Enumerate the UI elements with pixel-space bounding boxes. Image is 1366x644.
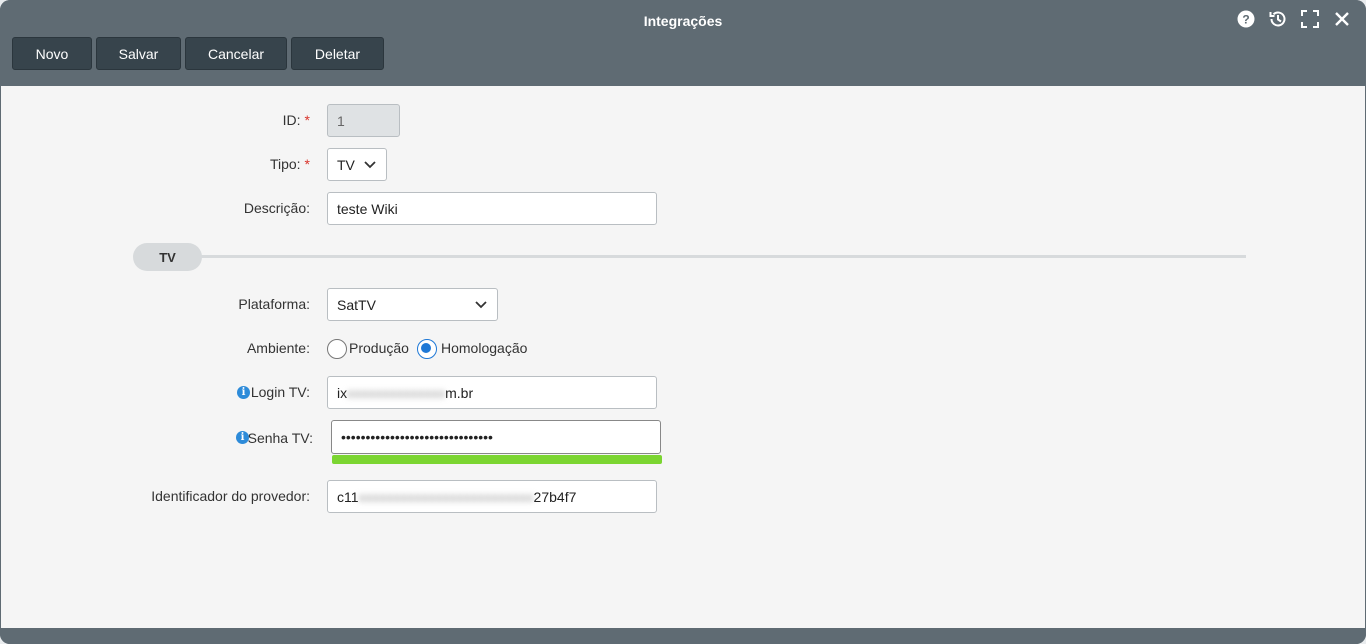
id-field: 1	[327, 104, 400, 137]
type-value: TV	[337, 156, 355, 173]
password-strength-bar	[332, 455, 662, 464]
login-input[interactable]: ix xxxxxxxxxxxxxx m.br	[327, 376, 657, 409]
platform-value: SatTV	[337, 296, 376, 313]
history-icon[interactable]	[1268, 9, 1288, 29]
form-content: ID: * 1 Tipo: * TV Descrição: teste Wiki T…	[1, 86, 1365, 628]
bottom-bar	[0, 628, 1366, 644]
radio-producao-label[interactable]: Produção	[349, 340, 409, 356]
toolbar: Novo Salvar Cancelar Deletar	[12, 37, 384, 70]
title-bar: Integrações ? Novo Salvar Cancelar Delet…	[0, 0, 1366, 86]
section-title-tv: TV	[133, 243, 202, 271]
provider-id-label: Identificador do provedor:	[151, 488, 310, 504]
login-label: Login TV:	[250, 384, 310, 400]
fullscreen-icon[interactable]	[1300, 9, 1320, 29]
save-button[interactable]: Salvar	[96, 37, 181, 70]
integrations-window: Integrações ? Novo Salvar Cancelar Delet…	[0, 0, 1366, 644]
id-label: ID: *	[282, 112, 310, 128]
provider-value-start: c11	[337, 488, 359, 505]
login-value-end: m.br	[445, 384, 474, 401]
cancel-button[interactable]: Cancelar	[185, 37, 287, 70]
svg-text:?: ?	[1242, 13, 1249, 27]
section-divider	[171, 255, 1246, 258]
close-icon[interactable]	[1332, 9, 1352, 29]
platform-label: Plataforma:	[238, 296, 310, 312]
radio-homologacao-label[interactable]: Homologação	[441, 340, 527, 356]
new-button[interactable]: Novo	[12, 37, 92, 70]
radio-homologacao[interactable]	[417, 339, 437, 359]
radio-producao[interactable]	[327, 339, 347, 359]
login-value-start: ix	[337, 384, 348, 401]
description-input[interactable]: teste Wiki	[327, 192, 657, 225]
provider-id-input[interactable]: c11 xxxxxxxxxxxxxxxxxxxxxxxxx 27b4f7	[327, 480, 657, 513]
help-icon[interactable]: ?	[1236, 9, 1256, 29]
type-select[interactable]: TV	[327, 148, 387, 181]
chevron-down-icon	[475, 300, 487, 308]
type-label: Tipo: *	[269, 156, 310, 172]
redacted-text: xxxxxxxxxxxxxxxxxxxxxxxxx	[358, 488, 534, 505]
redacted-text: xxxxxxxxxxxxxx	[347, 384, 446, 401]
password-label: Senha TV:	[247, 430, 313, 446]
provider-value-end: 27b4f7	[533, 488, 577, 505]
delete-button[interactable]: Deletar	[291, 37, 384, 70]
password-input[interactable]: •••••••••••••••••••••••••••••••	[331, 420, 661, 454]
chevron-down-icon	[364, 160, 376, 168]
description-label: Descrição:	[243, 200, 310, 216]
window-title: Integrações	[643, 13, 723, 29]
window-controls: ?	[1236, 9, 1352, 29]
environment-label: Ambiente:	[246, 340, 310, 356]
platform-select[interactable]: SatTV	[327, 288, 498, 321]
